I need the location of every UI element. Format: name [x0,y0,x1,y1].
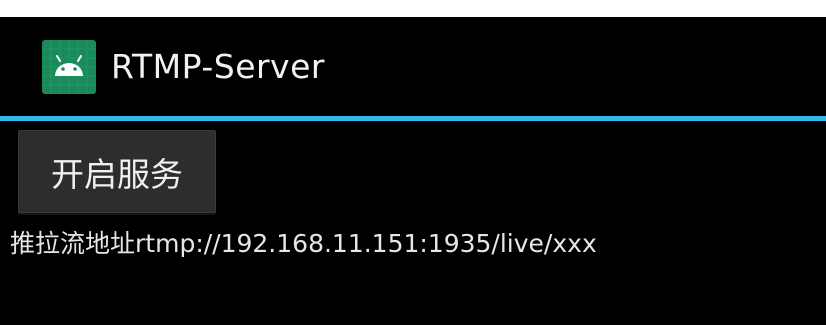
stream-address-text: 推拉流地址rtmp://192.168.11.151:1935/live/xxx [10,228,597,260]
action-bar: RTMP-Server [0,17,826,116]
app-screen: RTMP-Server 开启服务 推拉流地址rtmp://192.168.11.… [0,17,826,325]
action-bar-divider [0,116,826,121]
stream-address-url: rtmp://192.168.11.151:1935/live/xxx [135,229,597,258]
app-title: RTMP-Server [111,47,325,86]
start-service-button[interactable]: 开启服务 [18,130,216,213]
stream-address-label: 推拉流地址 [10,229,136,258]
android-icon [42,40,96,94]
